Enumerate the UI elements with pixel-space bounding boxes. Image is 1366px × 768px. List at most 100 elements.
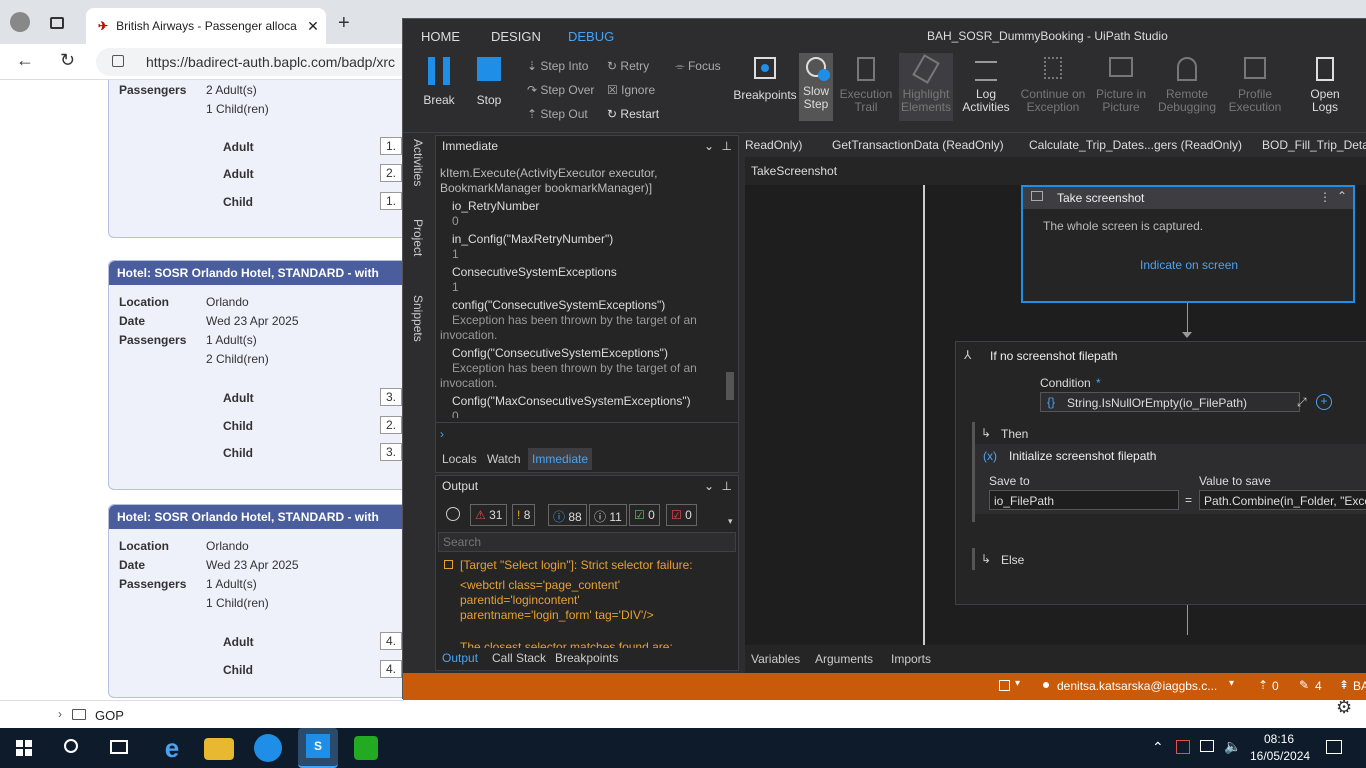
pax-select[interactable]: 4. [380, 660, 402, 678]
profile-execution-button[interactable]: Profile Execution [1225, 57, 1285, 114]
tab-variables[interactable]: Variables [751, 652, 800, 666]
doc-tab[interactable]: Calculate_Trip_Dates...gers (ReadOnly) [1029, 138, 1242, 152]
filter-menu-icon[interactable]: ▾ [728, 516, 733, 527]
indicate-on-screen-link[interactable]: Indicate on screen [1140, 258, 1238, 272]
chevron-down-icon[interactable]: ⌄ [704, 139, 714, 153]
pax-select[interactable]: 1. [380, 192, 402, 210]
verbose-filter[interactable]: ☑ 0 [629, 504, 660, 526]
doc-tab[interactable]: GetTransactionData (ReadOnly) [832, 138, 1004, 152]
tab-snippets[interactable]: Snippets [411, 295, 425, 342]
remote-debugging-button[interactable]: Remote Debugging [1153, 57, 1221, 114]
menu-debug[interactable]: DEBUG [568, 29, 614, 44]
output-search-input[interactable] [438, 532, 736, 552]
more-icon[interactable]: ⋮ [1319, 190, 1331, 204]
menu-home[interactable]: HOME [421, 29, 460, 44]
chevron-down-icon[interactable]: ⌄ [704, 479, 714, 493]
assign-activity[interactable]: (x) Initialize screenshot filepath Save … [975, 444, 1366, 514]
if-activity[interactable]: ⅄ If no screenshot filepath Condition * … [955, 341, 1366, 605]
collapse-icon[interactable]: ⌃ [1337, 189, 1347, 203]
clock-icon[interactable] [446, 507, 460, 521]
value-input[interactable]: Path.Combine(in_Folder, "Exce [1199, 490, 1366, 510]
pax-select[interactable]: 1. [380, 137, 402, 155]
tab-imports[interactable]: Imports [891, 652, 931, 666]
lock-icon[interactable] [112, 55, 124, 67]
errors-filter[interactable]: ⚠ 31 [470, 504, 508, 526]
tab-watch[interactable]: Watch [487, 452, 521, 466]
ignore-button[interactable]: ☒ Ignore [607, 83, 655, 97]
slow-step-button[interactable]: Slow Step [799, 53, 833, 121]
trace-filter[interactable]: ⓘ 11 [589, 504, 627, 526]
stop-button[interactable]: Stop [471, 57, 507, 107]
pax-select[interactable]: 4. [380, 632, 402, 650]
pax-select[interactable]: 2. [380, 164, 402, 182]
save-to-input[interactable]: io_FilePath [989, 490, 1179, 510]
doc-tab[interactable]: BOD_Fill_Trip_Detais [1262, 138, 1366, 152]
repo-icon[interactable]: ⇞ [1339, 678, 1349, 692]
pax-select[interactable]: 3. [380, 443, 402, 461]
pax-select[interactable]: 3. [380, 388, 402, 406]
notification-icon[interactable] [999, 680, 1010, 691]
chevron-down-icon[interactable]: ▾ [1229, 678, 1234, 689]
settings-gear-icon[interactable]: ⚙ [1336, 697, 1352, 718]
log-activities-button[interactable]: Log Activities [959, 57, 1013, 114]
open-logs-button[interactable]: Open Logs [1299, 57, 1351, 114]
warnings-filter[interactable]: ! 8 [512, 504, 536, 526]
folder-label[interactable]: GOP [95, 708, 124, 723]
clock-time[interactable]: 08:16 [1264, 732, 1294, 746]
step-into-button[interactable]: ⇣ Step Into [527, 59, 588, 73]
continue-on-exception-button[interactable]: Continue on Exception [1017, 57, 1089, 114]
immediate-scrollbar[interactable] [726, 372, 734, 400]
focus-button[interactable]: ⌯ Focus [675, 59, 721, 74]
close-tab-icon[interactable]: ✕ [307, 18, 319, 35]
file-explorer-icon[interactable] [204, 738, 234, 760]
step-over-button[interactable]: ↷ Step Over [527, 83, 594, 97]
notification-center-icon[interactable] [1326, 740, 1342, 754]
url-input[interactable]: https://badirect-auth.baplc.com/badp/xrc [96, 48, 416, 76]
pax-select[interactable]: 2. [380, 416, 402, 434]
breakpoints-button[interactable]: Breakpoints [733, 57, 797, 102]
else-branch[interactable]: ↳ Else [972, 548, 1366, 570]
tab-output[interactable]: Output [442, 651, 478, 665]
highlight-elements-button[interactable]: Highlight Elements [899, 53, 953, 121]
task-view-icon[interactable] [110, 740, 128, 754]
restart-button[interactable]: ↻ Restart [607, 107, 659, 121]
tab-immediate[interactable]: Immediate [528, 448, 593, 470]
break-button[interactable]: Break [421, 57, 457, 107]
browser-tab-active[interactable]: ✈ British Airways - Passenger alloca ✕ [86, 8, 326, 44]
take-screenshot-activity[interactable]: Take screenshot ⋮ ⌃ The whole screen is … [1021, 185, 1355, 303]
pin-icon[interactable]: ⊥ [722, 139, 732, 153]
chevron-right-icon[interactable]: › [58, 707, 62, 721]
condition-input[interactable]: {} String.IsNullOrEmpty(io_FilePath) ⤢ [1040, 392, 1307, 412]
back-icon[interactable]: ← [16, 50, 34, 71]
immediate-input[interactable]: › [436, 422, 738, 446]
expand-editor-icon[interactable]: ⤢ [1297, 395, 1307, 410]
network-icon[interactable] [1200, 740, 1214, 752]
tab-project[interactable]: Project [411, 219, 425, 256]
volume-icon[interactable]: 🔈 [1224, 738, 1241, 755]
search-icon[interactable] [64, 739, 78, 753]
chevron-up-icon[interactable]: ⌃ [1152, 739, 1164, 756]
tab-actions-icon[interactable] [50, 17, 64, 29]
picture-in-picture-button[interactable]: Picture in Picture [1093, 57, 1149, 114]
fatal-filter[interactable]: ☑ 0 [666, 504, 697, 526]
tab-locals[interactable]: Locals [442, 452, 477, 466]
start-icon[interactable] [16, 740, 32, 756]
tab-arguments[interactable]: Arguments [815, 652, 873, 666]
tab-breakpoints[interactable]: Breakpoints [555, 651, 618, 665]
clock-date[interactable]: 16/05/2024 [1250, 749, 1310, 763]
pin-icon[interactable]: ⊥ [722, 479, 732, 493]
user-account[interactable]: denitsa.katsarska@iaggbs.c... [1057, 679, 1217, 693]
execution-trail-button[interactable]: Execution Trail [839, 57, 893, 114]
edge-icon[interactable] [254, 734, 282, 762]
uipath-studio-icon[interactable]: S [298, 728, 338, 768]
tray-app-icon[interactable] [1176, 740, 1190, 754]
chevron-down-icon[interactable]: ▾ [1015, 678, 1020, 689]
step-out-button[interactable]: ⇡ Step Out [527, 107, 588, 121]
tab-call-stack[interactable]: Call Stack [492, 651, 546, 665]
info-filter[interactable]: ⓘ 88 [548, 504, 587, 526]
add-icon[interactable]: + [1316, 394, 1332, 410]
ie-icon[interactable]: e [156, 732, 188, 764]
retry-button[interactable]: ↻ Retry [607, 59, 649, 73]
publish-icon[interactable]: ⇡ [1258, 678, 1268, 692]
tab-activities[interactable]: Activities [411, 139, 425, 186]
